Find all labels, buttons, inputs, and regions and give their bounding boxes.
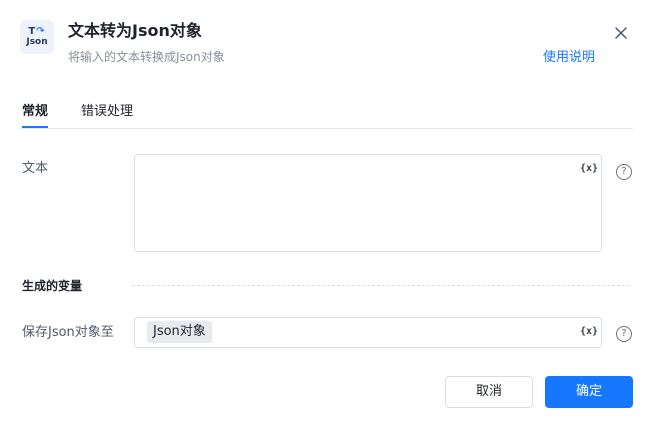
section-divider — [132, 285, 630, 286]
active-tab-indicator — [22, 126, 48, 128]
save-field-label: 保存Json对象至 — [22, 325, 114, 340]
help-question-icon[interactable]: ? — [616, 164, 632, 180]
tabs-divider — [20, 128, 633, 129]
text-input-area[interactable] — [134, 154, 602, 252]
logo-json-text: Json — [26, 37, 48, 47]
tab-error-handling[interactable]: 错误处理 — [81, 103, 133, 121]
dialog-title: 文本转为Json对象 — [68, 21, 202, 40]
insert-variable-icon-2[interactable]: {x} — [580, 326, 598, 337]
confirm-button[interactable]: 确定 — [545, 376, 633, 408]
insert-variable-icon[interactable]: {x} — [580, 163, 598, 174]
tab-general[interactable]: 常规 — [22, 103, 48, 121]
variable-tag: Json对象 — [147, 321, 212, 343]
help-question-icon-2[interactable]: ? — [616, 326, 632, 342]
close-icon[interactable] — [612, 24, 630, 42]
cancel-button[interactable]: 取消 — [445, 376, 533, 408]
section-title-generated-variables: 生成的变量 — [22, 279, 83, 293]
logo-arrow-icon: ↷ — [36, 26, 46, 37]
dialog-subtitle: 将输入的文本转换成Json对象 — [68, 50, 225, 64]
usage-help-link[interactable]: 使用说明 — [543, 49, 595, 67]
text-field-label: 文本 — [22, 161, 49, 176]
app-logo: T↷ Json — [20, 20, 54, 54]
